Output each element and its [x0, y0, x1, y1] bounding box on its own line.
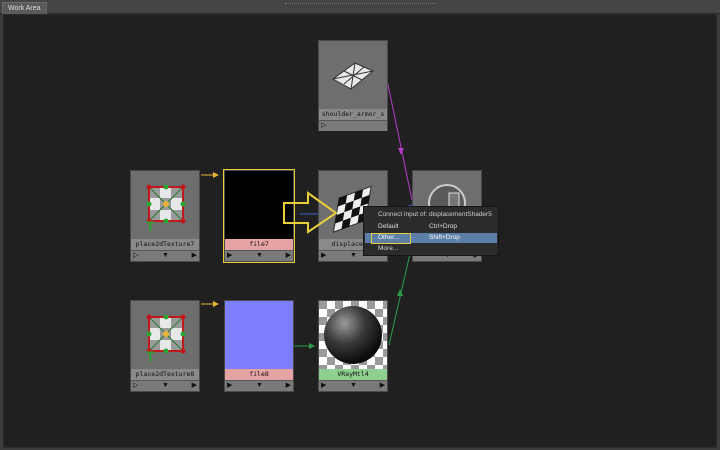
node-vraymtl4[interactable]: VRayMtl4 ▶ ▼ ▶ [318, 300, 388, 392]
node-file8[interactable]: file8 ▶ ▼ ▶ [224, 300, 294, 392]
svg-text:T: T [146, 348, 155, 364]
menu-item-label: Default [378, 223, 399, 230]
node-ports[interactable]: ▶ ▼ ▶ [319, 380, 387, 391]
menu-item-shortcut: Ctrl+Drop [429, 223, 457, 230]
material-sphere-icon [319, 301, 387, 369]
node-swatch: T [131, 301, 199, 369]
node-swatch [319, 301, 387, 369]
arrow-right-icon [283, 191, 338, 234]
place2d-texture-icon: T [146, 314, 186, 364]
node-label: place2dTexture8 [131, 369, 199, 380]
menu-item-more[interactable]: More... [365, 244, 497, 254]
menu-item-other[interactable]: Other... Shift+Drop [365, 233, 497, 244]
menu-item-shortcut: Shift+Drop [429, 234, 460, 241]
menu-header: Connect input of: displacementShader5 [378, 211, 492, 218]
node-place2dtexture8[interactable]: T place2dTexture8 ▷ ▼ ▶ [130, 300, 200, 392]
node-label: VRayMtl4 [319, 369, 387, 380]
menu-item-label: More... [378, 245, 399, 252]
node-ports[interactable]: ▶ ▼ ▶ [225, 380, 293, 391]
node-swatch [225, 301, 293, 369]
node-label: file8 [225, 369, 293, 380]
menu-item-default[interactable]: Default Ctrl+Drop [365, 222, 497, 232]
node-ports[interactable]: ▷ ▼ ▶ [131, 380, 199, 391]
menu-item-label: Other... [378, 234, 400, 241]
connect-input-menu: Connect input of: displacementShader5 De… [363, 206, 499, 256]
